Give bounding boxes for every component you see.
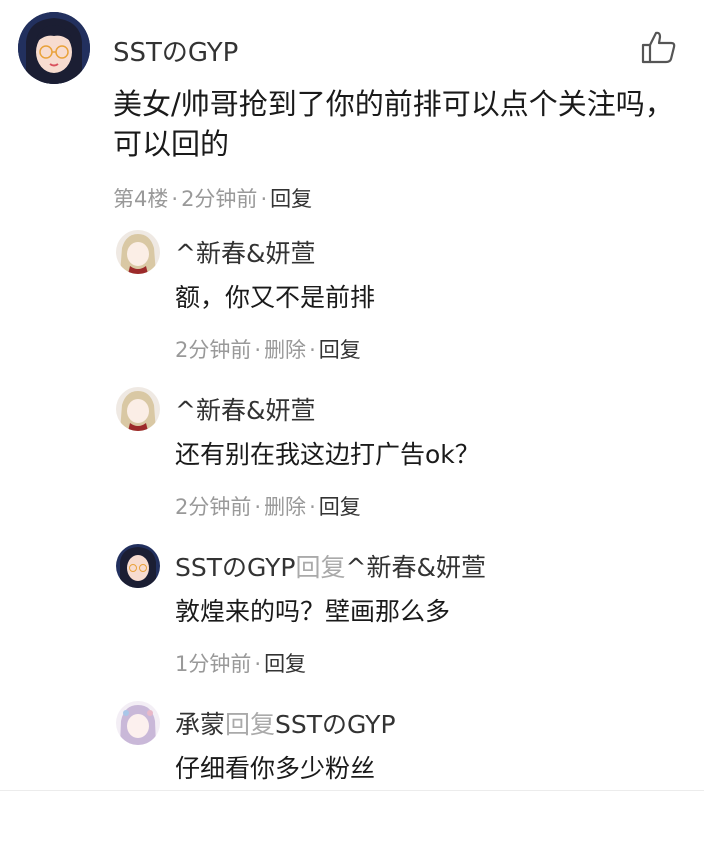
reply-meta: 1分钟前 · 回复	[175, 652, 307, 676]
reply-avatar[interactable]	[116, 701, 160, 745]
reply-meta: 2分钟前 · 删除 · 回复	[175, 338, 361, 362]
reply-avatar[interactable]	[116, 230, 160, 274]
reply-item: 承蒙回复SSTのGYP 仔细看你多少粉丝	[0, 701, 704, 851]
reply-text: 还有别在我这边打广告ok？	[175, 440, 480, 469]
reply-text: 敦煌来的吗？壁画那么多	[175, 597, 451, 626]
reply-meta: 2分钟前 · 删除 · 回复	[175, 495, 361, 519]
comment-meta: 第4楼 · 2分钟前 · 回复	[113, 187, 313, 211]
reply-button[interactable]: 回复	[264, 652, 306, 676]
reply-avatar[interactable]	[116, 387, 160, 431]
reply-time: 2分钟前	[175, 338, 252, 362]
comment-text: 美女/帅哥抢到了你的前排可以点个关注吗，可以回的	[113, 87, 674, 161]
divider	[0, 790, 704, 791]
reply-button[interactable]: 回复	[270, 187, 312, 211]
comment-username[interactable]: SSTのGYP	[113, 32, 238, 69]
user-avatar[interactable]	[18, 12, 90, 84]
reply-time: 1分钟前	[175, 652, 252, 676]
reply-word: 回复	[295, 553, 346, 582]
floor-label: 第4楼	[113, 187, 169, 211]
reply-target[interactable]: ^新春&妍萱	[346, 553, 486, 582]
reply-avatar[interactable]	[116, 544, 160, 588]
reply-target[interactable]: SSTのGYP	[275, 710, 395, 739]
reply-author[interactable]: 承蒙	[175, 710, 225, 739]
comment-time: 2分钟前	[181, 187, 258, 211]
reply-item: ^新春&妍萱 额，你又不是前排 2分钟前 · 删除 · 回复	[0, 230, 704, 380]
reply-text: 额，你又不是前排	[175, 283, 376, 312]
reply-username[interactable]: ^新春&妍萱	[175, 391, 315, 427]
reply-item: SSTのGYP回复^新春&妍萱 敦煌来的吗？壁画那么多 1分钟前 · 回复	[0, 544, 704, 694]
reply-username: 承蒙回复SSTのGYP	[175, 705, 396, 741]
reply-button[interactable]: 回复	[319, 495, 361, 519]
reply-word: 回复	[225, 710, 276, 739]
delete-button[interactable]: 删除	[264, 338, 306, 362]
reply-author[interactable]: SSTのGYP	[175, 553, 295, 582]
reply-text: 仔细看你多少粉丝	[175, 754, 376, 783]
thumbs-up-icon[interactable]	[638, 28, 678, 68]
reply-time: 2分钟前	[175, 495, 252, 519]
delete-button[interactable]: 删除	[264, 495, 306, 519]
reply-username[interactable]: ^新春&妍萱	[175, 234, 315, 270]
reply-username: SSTのGYP回复^新春&妍萱	[175, 548, 486, 584]
reply-item: ^新春&妍萱 还有别在我这边打广告ok？ 2分钟前 · 删除 · 回复	[0, 387, 704, 537]
reply-button[interactable]: 回复	[319, 338, 361, 362]
